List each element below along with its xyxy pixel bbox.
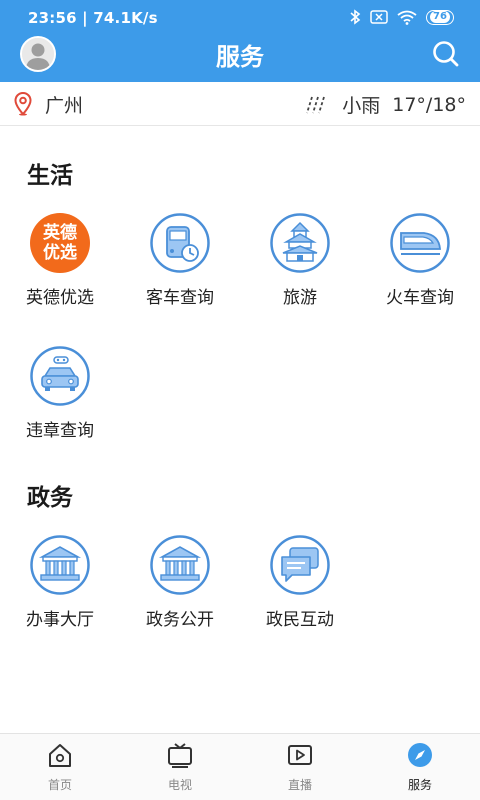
tile-label: 违章查询: [26, 421, 94, 441]
service-tile-hall[interactable]: 办事大厅: [0, 535, 120, 645]
page-title: 服务: [216, 43, 264, 71]
yingde-youxuan-logo: 英德 优选: [30, 213, 90, 273]
tile-label: 客车查询: [146, 288, 214, 308]
nav-item-live[interactable]: 直播: [240, 734, 360, 800]
government-building-icon: [150, 535, 210, 595]
home-icon: [49, 744, 71, 767]
chat-bubbles-icon: [270, 535, 330, 595]
section-title-life: 生活: [27, 163, 73, 189]
bullet-train-icon: [390, 213, 450, 273]
temple-icon: [270, 213, 330, 273]
search-button[interactable]: [430, 38, 462, 70]
wifi-icon: [397, 10, 417, 25]
tile-label: 旅游: [283, 288, 317, 308]
status-time: 23:56 | 74.1K/s: [28, 9, 158, 27]
nav-item-home[interactable]: 首页: [0, 734, 120, 800]
nav-item-service[interactable]: 服务: [360, 734, 480, 800]
bluetooth-icon: [350, 9, 361, 25]
avatar[interactable]: [20, 36, 56, 72]
nav-label: 首页: [47, 778, 72, 792]
nav-label: 服务: [407, 778, 432, 792]
weather-info: 小雨 17°/18°: [304, 91, 466, 118]
bottom-nav: 首页 电视 直播 服务: [0, 733, 480, 800]
weather-condition: 小雨: [342, 95, 381, 117]
section-title-gov: 政务: [27, 485, 73, 511]
tile-label: 政民互动: [266, 610, 334, 630]
rain-icon: [306, 96, 326, 113]
app-bar: 服务: [0, 30, 480, 82]
tile-label: 办事大厅: [26, 610, 94, 630]
user-avatar-icon: [22, 38, 54, 70]
tile-label: 英德优选: [26, 288, 94, 308]
status-icons: 76: [349, 9, 454, 25]
sim-x-icon: [370, 10, 388, 24]
logo-line-2: 优选: [43, 243, 77, 263]
location-pin-icon[interactable]: [14, 92, 32, 116]
tile-label: 火车查询: [386, 288, 454, 308]
tv-icon: [168, 743, 192, 768]
service-tile-bus[interactable]: 客车查询: [120, 213, 240, 323]
location-weather-bar: 广州 小雨 17°/18°: [0, 82, 480, 126]
battery-icon: 76: [426, 9, 454, 25]
search-icon: [433, 41, 459, 67]
service-tile-violation[interactable]: 违章查询: [0, 346, 120, 456]
service-tile-train[interactable]: 火车查询: [360, 213, 480, 323]
bus-clock-icon: [150, 213, 210, 273]
nav-label: 电视: [167, 778, 192, 792]
government-building-icon: [30, 535, 90, 595]
service-tile-public[interactable]: 政务公开: [120, 535, 240, 645]
nav-item-tv[interactable]: 电视: [120, 734, 240, 800]
compass-icon: [408, 743, 432, 767]
service-tile-interaction[interactable]: 政民互动: [240, 535, 360, 645]
service-tile-yingde[interactable]: 英德 优选 英德优选: [0, 213, 120, 323]
tile-label: 政务公开: [146, 610, 214, 630]
weather-temperature: 17°/18°: [392, 93, 466, 116]
battery-level: 76: [430, 11, 450, 23]
live-video-icon: [288, 745, 312, 765]
service-tile-travel[interactable]: 旅游: [240, 213, 360, 323]
logo-line-1: 英德: [43, 223, 77, 243]
header: 23:56 | 74.1K/s 76 服务: [0, 0, 480, 82]
nav-label: 直播: [287, 778, 312, 792]
city-name[interactable]: 广州: [45, 91, 83, 118]
traffic-car-icon: [30, 346, 90, 406]
